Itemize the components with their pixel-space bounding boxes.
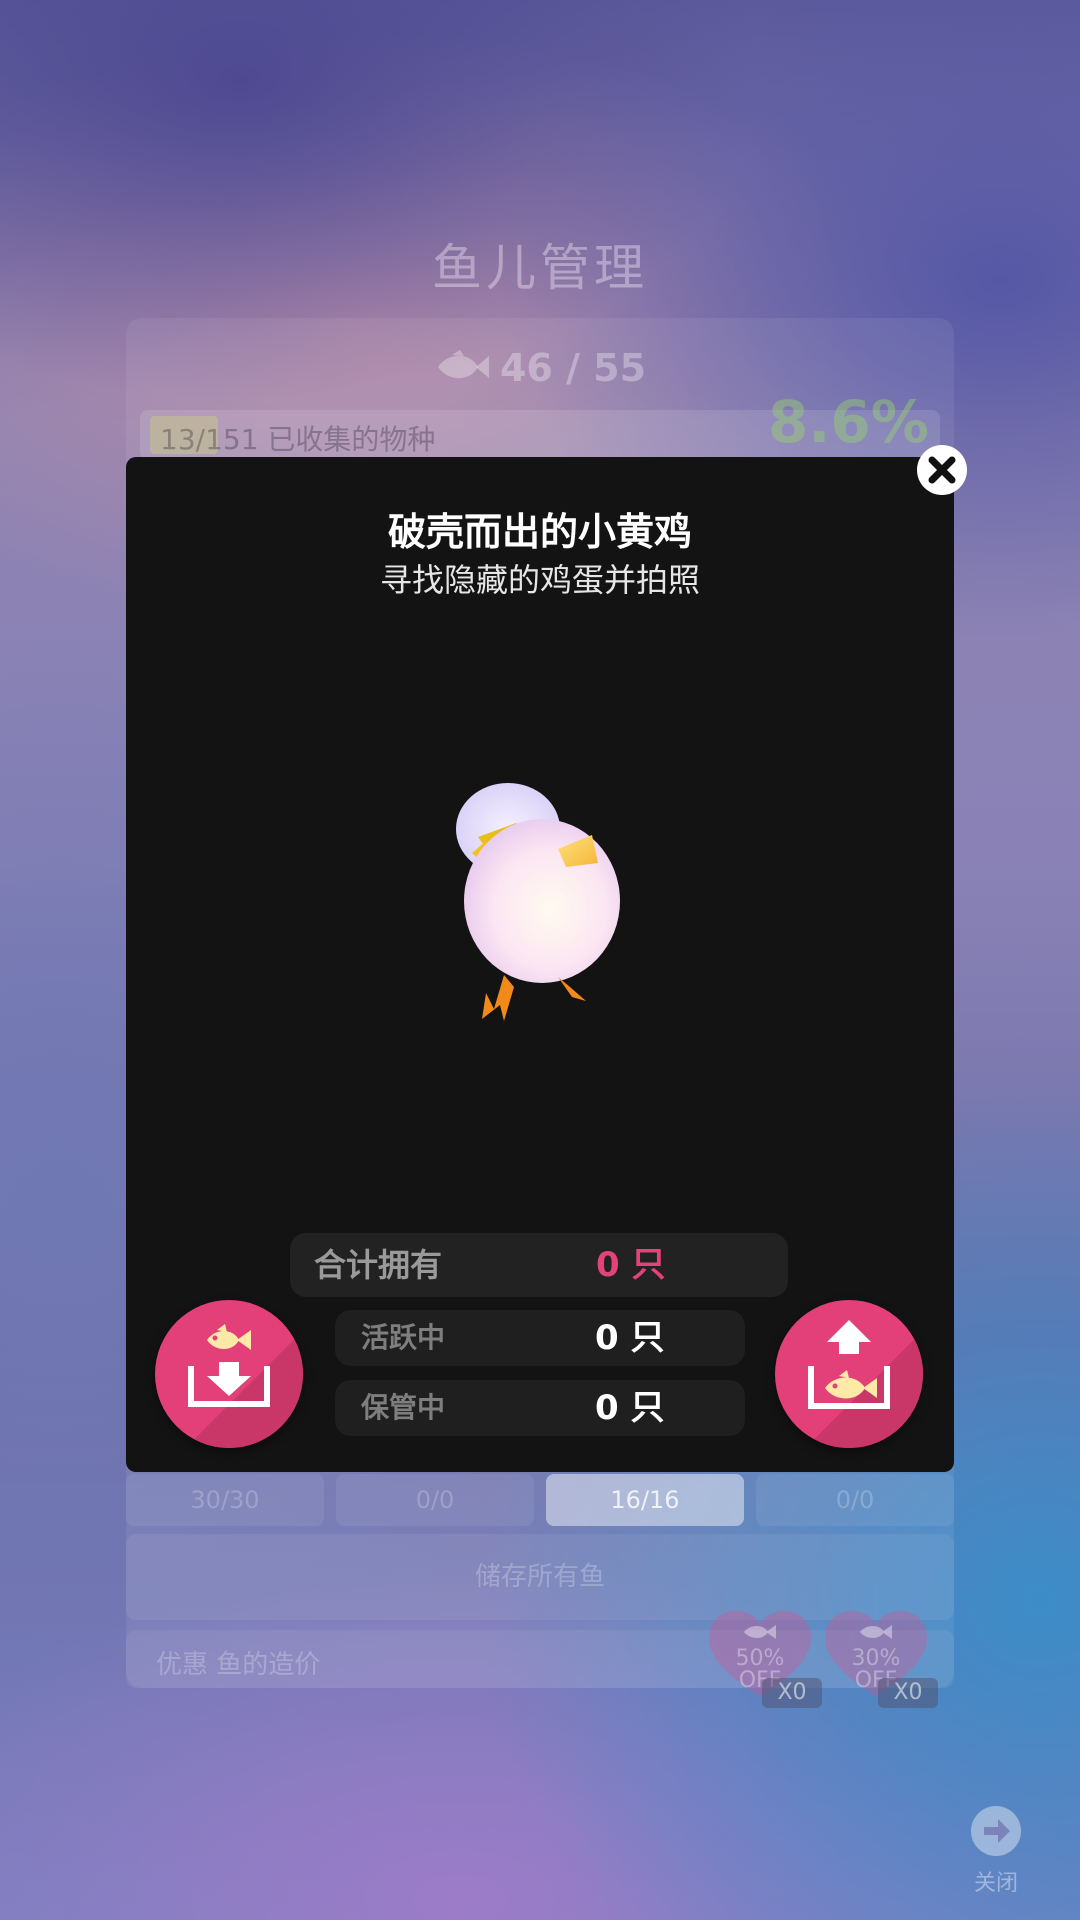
exit-button[interactable]: 关闭 xyxy=(966,1805,1026,1897)
store-fish-icon xyxy=(188,1324,270,1407)
stored-value: 0 只 xyxy=(595,1388,665,1428)
close-icon xyxy=(928,456,956,484)
release-fish-icon xyxy=(808,1320,890,1409)
close-button[interactable] xyxy=(917,445,967,495)
active-row: 活跃中 0 只 xyxy=(335,1310,745,1366)
collection-percent: 8.6% xyxy=(768,388,929,456)
tab-tank-2[interactable]: 0/0 xyxy=(336,1474,534,1526)
tank-tabs: 30/30 0/0 16/16 0/0 xyxy=(126,1474,954,1526)
stored-row: 保管中 0 只 xyxy=(335,1380,745,1436)
page-title: 鱼儿管理 xyxy=(432,239,648,297)
tab-tank-4[interactable]: 0/0 xyxy=(756,1474,954,1526)
store-fish-button[interactable] xyxy=(155,1300,303,1448)
release-fish-button[interactable] xyxy=(775,1300,923,1448)
total-owned-row: 合计拥有 0 只 xyxy=(290,1233,788,1297)
coupon-count: X0 xyxy=(762,1678,822,1708)
coupon-30[interactable]: 30% OFF X0 xyxy=(820,1608,938,1708)
fish-count-text: 46 / 55 xyxy=(499,346,647,390)
chick-model xyxy=(456,783,620,1021)
active-label: 活跃中 xyxy=(361,1321,446,1354)
arrow-right-icon xyxy=(971,1806,1021,1856)
collection-text: 13/151 已收集的物种 xyxy=(160,423,436,456)
modal-title: 破壳而出的小黄鸡 xyxy=(387,510,692,554)
modal-subtitle: 寻找隐藏的鸡蛋并拍照 xyxy=(379,561,700,599)
fish-icon xyxy=(434,349,490,393)
tab-tank-1[interactable]: 30/30 xyxy=(126,1474,324,1526)
discount-label: 优惠 鱼的造价 xyxy=(156,1650,321,1680)
tab-tank-3[interactable]: 16/16 xyxy=(546,1474,744,1526)
fish-count: 46 / 55 xyxy=(0,346,1080,393)
total-owned-value: 0 只 xyxy=(596,1245,666,1285)
coupon-count: X0 xyxy=(878,1678,938,1708)
active-value: 0 只 xyxy=(595,1318,665,1358)
total-owned-label: 合计拥有 xyxy=(314,1246,443,1284)
stored-label: 保管中 xyxy=(361,1391,446,1424)
coupon-50[interactable]: 50% OFF X0 xyxy=(704,1608,822,1708)
exit-label: 关闭 xyxy=(973,1871,1018,1896)
